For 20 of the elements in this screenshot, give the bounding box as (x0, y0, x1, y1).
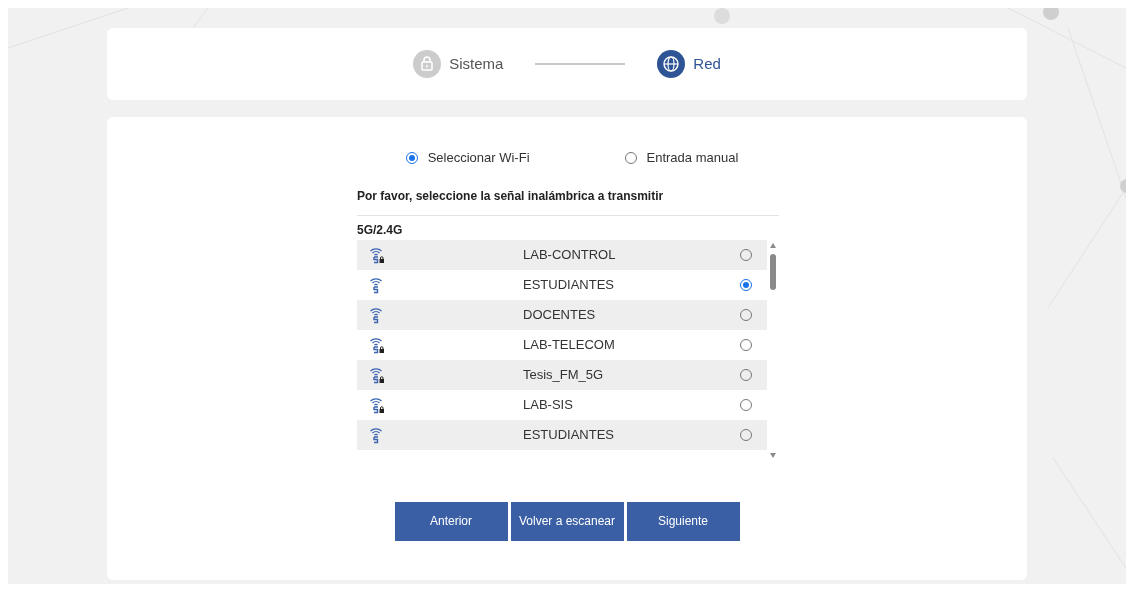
wizard-button[interactable]: Volver a escanear (510, 501, 624, 541)
network-row[interactable]: ESTUDIANTES (357, 419, 767, 450)
network-name: DOCENTES (523, 305, 596, 324)
network-row[interactable]: Tesis_FM_5G (357, 359, 767, 390)
network-row[interactable]: DOCENTES (357, 299, 767, 330)
network-name: ESTUDIANTES (523, 425, 614, 444)
network-name: ESTUDIANTES (523, 275, 614, 294)
wizard-button[interactable]: Anterior (394, 501, 508, 541)
network-name: LAB-CONTROL (523, 245, 616, 264)
network-row[interactable]: LAB-CONTROL (357, 239, 767, 270)
network-name: LAB-TELECOM (523, 335, 615, 354)
network-name: LAB-SIS (523, 395, 573, 414)
instruction-text: Por favor, seleccione la señal inalámbrica a transmitir (357, 186, 779, 216)
step-label: Sistema (449, 53, 504, 74)
radio-label: Entrada manual (646, 149, 739, 167)
band-header: 5G/2.4G (357, 221, 404, 239)
wizard-button[interactable]: Siguiente (626, 501, 740, 541)
radio-label: Seleccionar Wi-Fi (427, 149, 530, 167)
network-name: Tesis_FM_5G (523, 365, 604, 384)
step-label: Red (693, 53, 721, 74)
